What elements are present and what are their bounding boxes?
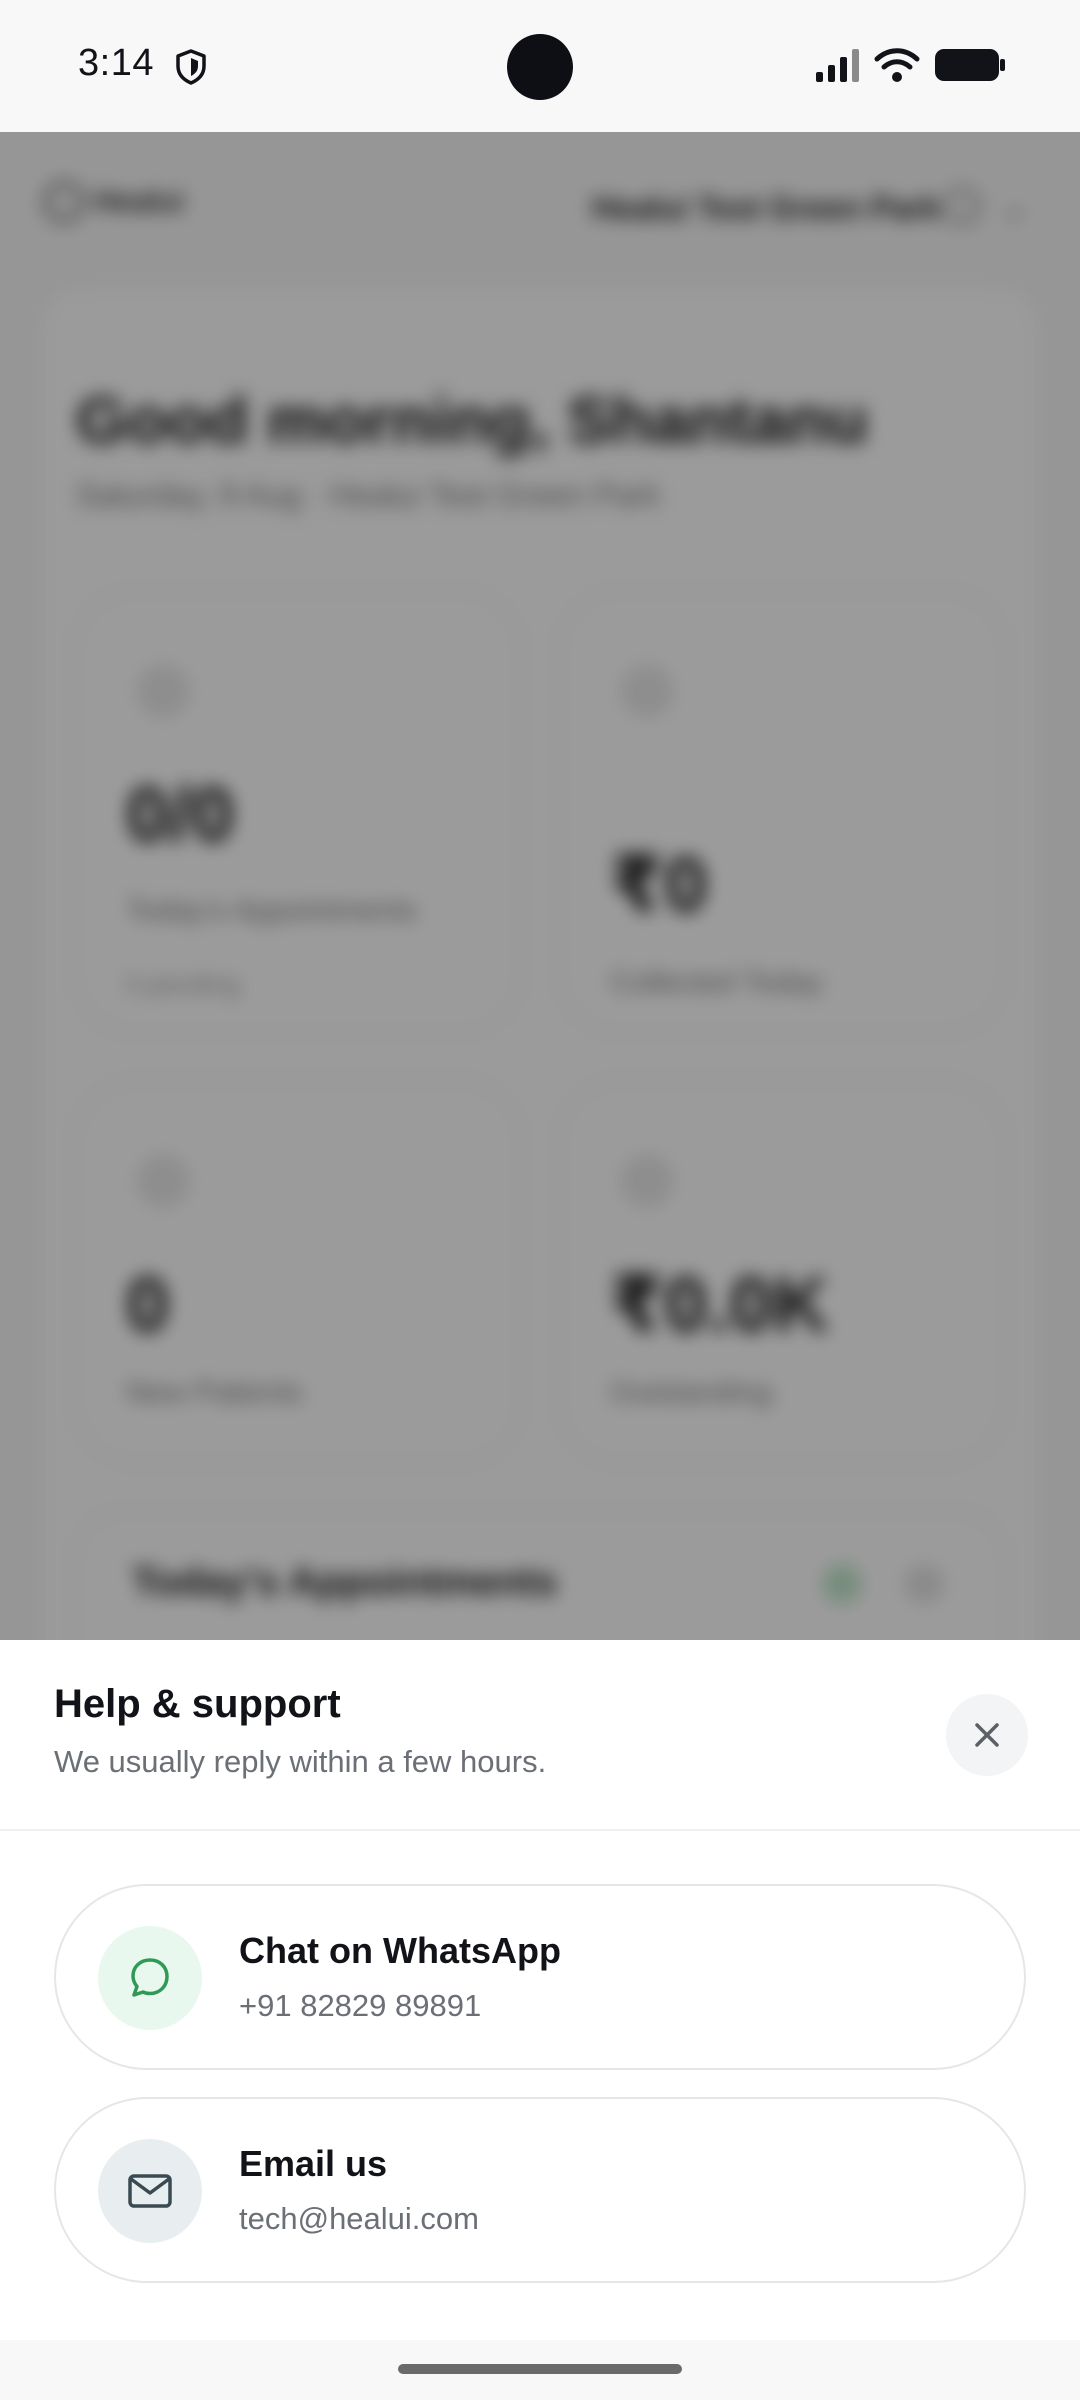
sheet-title: Help & support — [54, 1682, 341, 1726]
whatsapp-icon-badge — [98, 1926, 202, 2030]
chat-bubble-icon — [131, 1958, 169, 1997]
signal-icon — [816, 49, 859, 82]
mail-icon — [128, 2174, 172, 2208]
status-bar: 3:14 — [0, 0, 1080, 132]
home-indicator[interactable] — [398, 2364, 682, 2374]
option-title: Chat on WhatsApp — [239, 1930, 561, 1971]
gesture-navigation-bar — [0, 2340, 1080, 2400]
whatsapp-option-button[interactable]: Chat on WhatsApp +91 82829 89891 — [54, 1884, 1026, 2070]
close-button[interactable] — [946, 1694, 1028, 1776]
divider — [0, 1829, 1080, 1831]
front-camera — [507, 34, 573, 100]
shield-icon — [176, 49, 206, 85]
status-time: 3:14 — [78, 42, 154, 84]
wifi-icon — [874, 48, 920, 82]
help-support-sheet: Help & support We usually reply within a… — [0, 1640, 1080, 2340]
close-icon — [975, 1723, 999, 1747]
battery-icon — [935, 49, 1005, 81]
sheet-subtitle: We usually reply within a few hours. — [54, 1744, 547, 1779]
email-option-button[interactable]: Email us tech@healui.com — [54, 2097, 1026, 2283]
modal-scrim[interactable] — [0, 132, 1080, 1640]
option-detail: +91 82829 89891 — [239, 1988, 482, 2023]
option-detail: tech@healui.com — [239, 2201, 479, 2236]
background-dashboard: Healui Healui Test Green Park ⌄ Good mor… — [0, 132, 1080, 1640]
option-title: Email us — [239, 2143, 388, 2184]
email-icon-badge — [98, 2139, 202, 2243]
